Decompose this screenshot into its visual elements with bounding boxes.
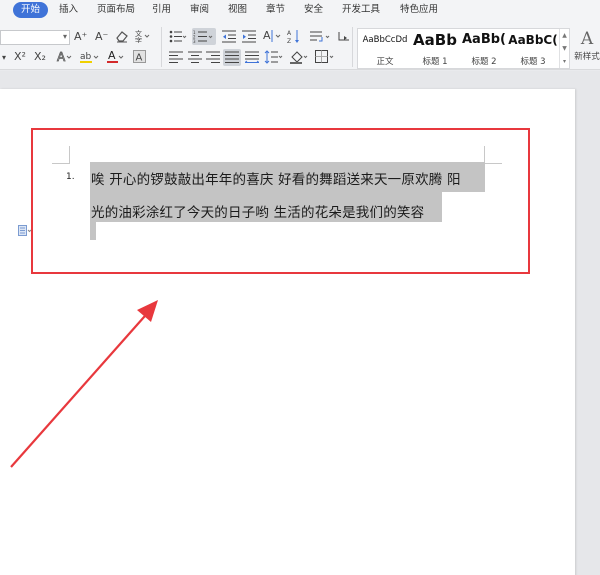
svg-text:A: A (287, 30, 292, 37)
tab-home[interactable]: 开始 (13, 2, 49, 18)
gallery-scroll[interactable]: ▲ ▼ ▾ (559, 29, 569, 68)
expand-gallery-icon[interactable]: ▾ (560, 55, 569, 68)
phonetic-guide-icon[interactable]: 文字 (134, 29, 150, 43)
style-heading2-preview[interactable]: AaBb( (460, 29, 508, 51)
svg-text:A: A (136, 53, 143, 64)
styles-gallery: AaBbCcDd 正文 AaBb 标题 1 AaBb( 标题 2 AaBbC( … (357, 28, 570, 69)
annotation-highlight-box (31, 128, 530, 274)
tab-references[interactable]: 引用 (152, 2, 171, 18)
separator (352, 27, 353, 67)
tab-featured[interactable]: 特色应用 (400, 2, 438, 18)
svg-text:A: A (108, 49, 116, 62)
highlight-icon[interactable]: ab (80, 49, 100, 64)
tab-chapter[interactable]: 章节 (266, 2, 285, 18)
sort-icon[interactable]: AZ (287, 29, 303, 44)
svg-text:ab: ab (80, 52, 92, 62)
chevron-down-icon[interactable]: ▾ (2, 51, 6, 65)
distributed-align-icon[interactable] (245, 51, 259, 63)
grow-font-button[interactable]: A⁺ (74, 30, 87, 44)
line-spacing-icon[interactable] (264, 50, 284, 64)
text-effect-icon[interactable]: A (56, 49, 72, 64)
tab-stop-icon[interactable] (337, 30, 351, 43)
style-heading1-label[interactable]: 标题 1 (410, 55, 460, 67)
chevron-down-icon: ▾ (62, 32, 67, 41)
chevron-up-icon[interactable]: ▲ (560, 29, 569, 42)
new-style-glyph: A (580, 29, 594, 49)
style-heading2-label[interactable]: 标题 2 (460, 55, 508, 67)
style-heading1-preview[interactable]: AaBb (410, 29, 460, 51)
style-heading3-label[interactable]: 标题 3 (508, 55, 558, 67)
shading-icon[interactable] (290, 50, 310, 64)
tab-insert[interactable]: 插入 (59, 2, 78, 18)
tab-review[interactable]: 审阅 (190, 2, 209, 18)
subscript-button[interactable]: X₂ (34, 50, 46, 64)
svg-text:字: 字 (135, 36, 142, 43)
new-style-label: 新样式 (574, 52, 600, 62)
tab-developer[interactable]: 开发工具 (342, 2, 380, 18)
ribbon-tab-bar: 开始 插入 页面布局 引用 审阅 视图 章节 安全 开发工具 特色应用 (0, 0, 600, 21)
tab-page-layout[interactable]: 页面布局 (97, 2, 135, 18)
paragraph-layout-icon[interactable] (18, 225, 32, 237)
chevron-down-icon[interactable]: ▼ (560, 42, 569, 55)
svg-text:Z: Z (287, 38, 291, 44)
text-direction-icon[interactable]: A (262, 28, 282, 44)
increase-indent-icon[interactable] (242, 30, 256, 43)
borders-icon[interactable] (315, 50, 337, 64)
tab-security[interactable]: 安全 (304, 2, 323, 18)
align-right-icon[interactable] (206, 51, 220, 63)
superscript-button[interactable]: X² (14, 50, 26, 64)
bullet-list-icon[interactable] (169, 30, 187, 43)
style-normal-label[interactable]: 正文 (360, 55, 410, 67)
numbered-list-icon[interactable]: 123 (192, 28, 216, 45)
svg-text:A: A (57, 50, 66, 64)
svg-text:3: 3 (193, 39, 196, 43)
clear-format-icon[interactable] (115, 29, 129, 43)
align-left-icon[interactable] (169, 51, 183, 63)
shrink-font-button[interactable]: A⁻ (95, 30, 108, 44)
svg-text:A: A (263, 29, 271, 42)
new-style-button[interactable]: A 新样式 (572, 28, 600, 62)
tab-view[interactable]: 视图 (228, 2, 247, 18)
separator (161, 27, 162, 67)
style-normal-preview[interactable]: AaBbCcDd (360, 29, 410, 51)
font-name-select[interactable]: ▾ (0, 30, 70, 45)
justify-icon[interactable] (223, 49, 241, 66)
align-center-icon[interactable] (188, 51, 202, 63)
style-heading3-preview[interactable]: AaBbC( (508, 29, 558, 51)
show-hide-marks-icon[interactable] (310, 30, 332, 43)
annotation-arrow (10, 300, 158, 468)
char-border-icon[interactable]: A (133, 50, 146, 63)
ribbon-home-panel: ▾ A⁺ A⁻ 文字 ▾ X² X₂ A ab A A 123 A AZ AaB… (0, 21, 600, 70)
font-color-icon[interactable]: A (107, 49, 125, 64)
decrease-indent-icon[interactable] (222, 30, 236, 43)
